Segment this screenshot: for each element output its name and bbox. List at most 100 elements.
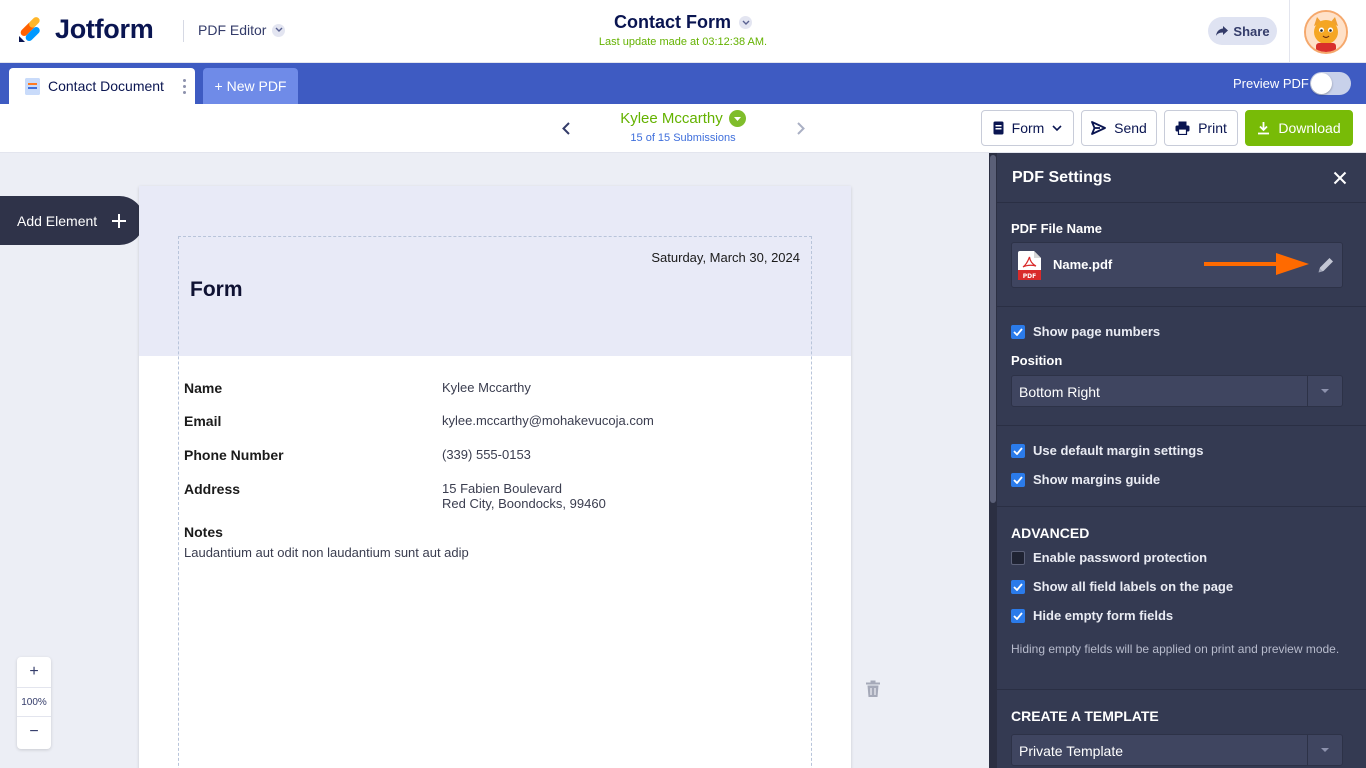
address-line-1: 15 Fabien Boulevard — [442, 481, 562, 496]
hide-empty-note: Hiding empty fields will be applied on p… — [1011, 642, 1340, 656]
section-divider — [997, 425, 1366, 426]
download-icon — [1258, 122, 1270, 135]
advanced-heading: ADVANCED — [1011, 525, 1090, 541]
email-label: Email — [184, 413, 222, 429]
print-button[interactable]: Print — [1164, 110, 1238, 146]
document-title[interactable]: Form — [190, 278, 243, 302]
preview-pdf-label: Preview PDF — [1233, 76, 1309, 91]
position-value: Bottom Right — [1019, 384, 1100, 400]
print-button-label: Print — [1198, 120, 1227, 136]
close-icon — [1333, 171, 1347, 185]
zoom-level[interactable]: 100% — [17, 687, 51, 717]
file-name-value: Name.pdf — [1053, 257, 1113, 272]
submission-toolbar: Kylee Mccarthy 15 of 15 Submissions Form… — [0, 104, 1366, 153]
phone-value: (339) 555-0153 — [442, 447, 531, 462]
address-line-2: Red City, Boondocks, 99460 — [442, 496, 606, 511]
preview-pdf-toggle[interactable] — [1310, 72, 1351, 95]
checkbox-checked[interactable] — [1011, 324, 1025, 339]
zoom-out-button[interactable]: − — [17, 717, 51, 747]
new-pdf-button[interactable]: + New PDF — [203, 68, 298, 104]
form-button[interactable]: Form — [981, 110, 1074, 146]
password-protection-option[interactable]: Enable password protection — [1011, 550, 1207, 565]
trash-icon — [866, 680, 880, 697]
edit-file-name-button[interactable] — [1315, 254, 1337, 276]
template-value: Private Template — [1019, 743, 1124, 759]
name-label: Name — [184, 380, 223, 396]
pdf-editor-dropdown[interactable]: PDF Editor — [198, 22, 286, 38]
chevron-down-icon — [739, 16, 752, 29]
document-icon — [25, 77, 40, 95]
chevron-down-icon — [1052, 124, 1062, 131]
next-submission-button[interactable] — [793, 119, 809, 137]
zoom-in-button[interactable]: + — [17, 657, 51, 687]
caret-down-icon — [1307, 376, 1342, 406]
position-select[interactable]: Bottom Right — [1011, 375, 1343, 407]
checkbox-checked[interactable] — [1011, 472, 1025, 487]
checkbox-checked[interactable] — [1011, 579, 1025, 594]
name-value: Kylee Mccarthy — [442, 380, 531, 395]
hide-empty-fields-option[interactable]: Hide empty form fields — [1011, 608, 1173, 623]
header-divider — [1289, 0, 1290, 63]
last-update-text: Last update made at 03:12:38 AM. — [598, 36, 768, 48]
show-page-numbers-option[interactable]: Show page numbers — [1011, 324, 1160, 339]
submission-selector[interactable]: Kylee Mccarthy 15 of 15 Submissions — [600, 110, 766, 144]
checkbox-checked[interactable] — [1011, 443, 1025, 458]
file-name-field[interactable]: PDF Name.pdf — [1011, 242, 1343, 288]
panel-scrollbar-thumb[interactable] — [990, 155, 996, 503]
panel-header: PDF Settings — [997, 153, 1366, 203]
add-element-button[interactable]: Add Element — [0, 196, 144, 245]
submitter-name: Kylee Mccarthy — [620, 110, 723, 127]
form-title-dropdown[interactable]: Contact Form — [614, 12, 752, 33]
header-divider — [183, 20, 184, 42]
printer-icon — [1175, 121, 1190, 135]
template-select[interactable]: Private Template — [1011, 734, 1343, 766]
jotform-logo[interactable]: Jotform — [17, 14, 154, 45]
default-margins-label: Use default margin settings — [1033, 443, 1204, 458]
arrow-annotation-icon — [1204, 253, 1309, 275]
more-options-icon[interactable] — [183, 79, 186, 97]
tab-contact-document[interactable]: Contact Document — [9, 68, 195, 104]
plus-icon — [112, 213, 127, 228]
file-name-label: PDF File Name — [1011, 221, 1103, 236]
hide-empty-fields-label: Hide empty form fields — [1033, 608, 1174, 623]
document-tab-bar: Contact Document + New PDF Preview PDF — [0, 63, 1366, 104]
jotform-logo-icon — [19, 16, 40, 42]
show-all-labels-option[interactable]: Show all field labels on the page — [1011, 579, 1233, 594]
chevron-left-icon — [562, 121, 570, 135]
user-avatar[interactable] — [1304, 10, 1348, 54]
toggle-knob — [1311, 73, 1332, 94]
share-label: Share — [1233, 23, 1270, 39]
avatar-image — [1306, 12, 1346, 52]
chevron-down-icon — [728, 110, 746, 127]
download-button-label: Download — [1278, 120, 1341, 136]
checkbox-unchecked[interactable] — [1011, 550, 1025, 565]
add-element-label: Add Element — [17, 212, 98, 229]
top-header: Jotform PDF Editor Contact Form Last upd… — [0, 0, 1366, 63]
delete-page-button[interactable] — [865, 680, 881, 698]
margins-guide-label: Show margins guide — [1033, 472, 1161, 487]
previous-submission-button[interactable] — [558, 119, 574, 137]
share-arrow-icon — [1216, 26, 1229, 36]
pdf-file-icon: PDF — [1018, 251, 1041, 280]
default-margins-option[interactable]: Use default margin settings — [1011, 443, 1203, 458]
form-button-label: Form — [1011, 120, 1045, 136]
tab-label: Contact Document — [48, 78, 164, 94]
show-all-labels-label: Show all field labels on the page — [1033, 579, 1234, 594]
notes-label: Notes — [184, 524, 223, 540]
submission-count: 15 of 15 Submissions — [630, 132, 736, 144]
close-panel-button[interactable] — [1333, 171, 1347, 185]
password-protection-label: Enable password protection — [1033, 550, 1208, 565]
download-button[interactable]: Download — [1245, 110, 1353, 146]
section-divider — [997, 506, 1366, 507]
document-date[interactable]: Saturday, March 30, 2024 — [651, 250, 800, 265]
margins-guide-option[interactable]: Show margins guide — [1011, 472, 1160, 487]
caret-down-icon — [1307, 735, 1342, 765]
share-button[interactable]: Share — [1208, 17, 1277, 45]
pdf-settings-panel: PDF Settings PDF File Name PDF Name.pdf … — [997, 153, 1366, 768]
checkbox-checked[interactable] — [1011, 608, 1025, 623]
pdf-page[interactable]: Saturday, March 30, 2024 Form Name Kylee… — [139, 186, 851, 768]
section-divider — [997, 306, 1366, 307]
create-template-heading: CREATE A TEMPLATE — [1011, 708, 1159, 724]
send-button[interactable]: Send — [1081, 110, 1157, 146]
send-icon — [1091, 121, 1107, 135]
